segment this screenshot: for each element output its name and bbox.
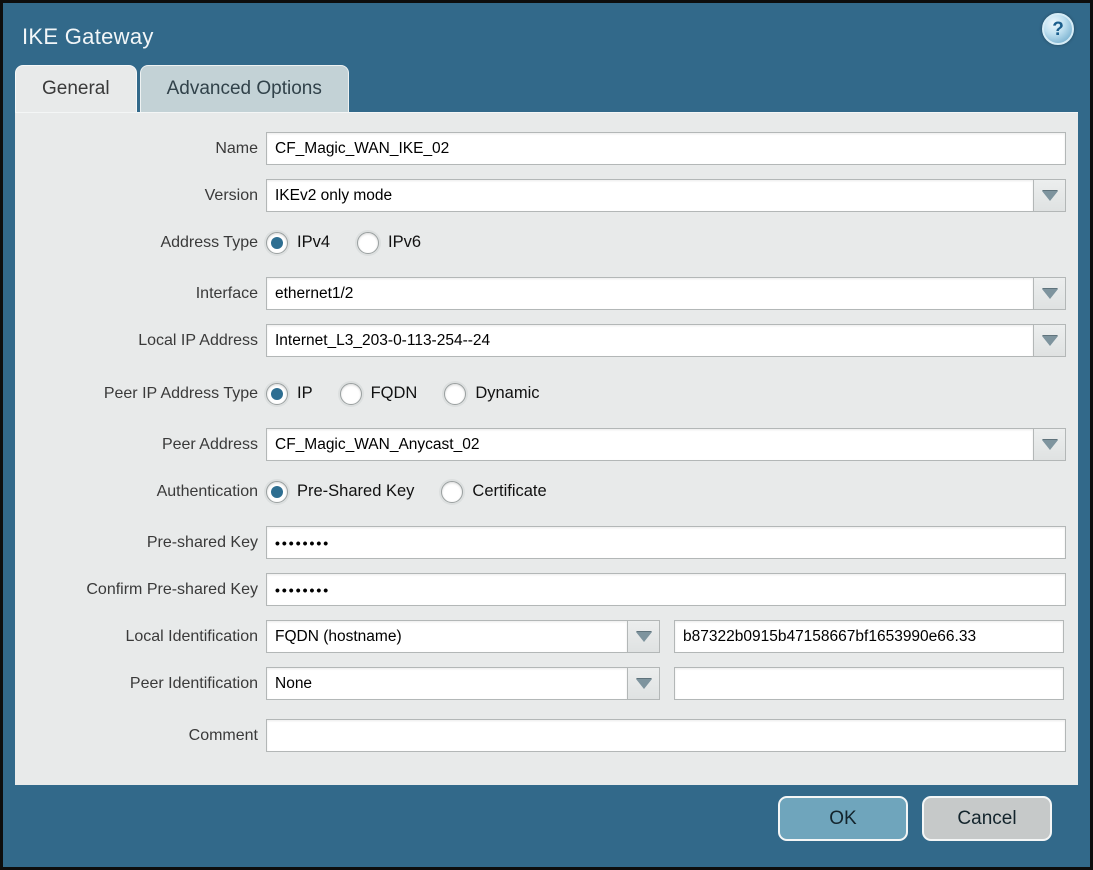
version-row: Version IKEv2 only mode [15,179,1078,212]
radio-pre-shared-key-label: Pre-Shared Key [297,482,414,501]
name-label: Name [15,140,258,158]
radio-ip-label: IP [297,384,313,403]
local-identification-dropdown-button[interactable] [627,620,660,653]
peer-ip-address-type-label: Peer IP Address Type [15,385,258,403]
peer-address-row: Peer Address CF_Magic_WAN_Anycast_02 [15,428,1078,461]
radio-pre-shared-key[interactable]: Pre-Shared Key [266,481,414,503]
chevron-down-icon [1042,440,1058,450]
radio-ipv4-label: IPv4 [297,233,330,252]
peer-identification-value-input[interactable] [674,667,1064,700]
local-identification-value-input[interactable]: b87322b0915b47158667bf1653990e66.33 [674,620,1064,653]
radio-dynamic[interactable]: Dynamic [444,383,539,405]
radio-certificate[interactable]: Certificate [441,481,546,503]
peer-identification-dropdown-button[interactable] [627,667,660,700]
peer-ip-address-type-radio-group: IP FQDN Dynamic [266,383,567,405]
dialog-footer: OK Cancel [3,779,1090,867]
local-ip-address-row: Local IP Address Internet_L3_203-0-113-2… [15,324,1078,357]
pre-shared-key-input[interactable]: •••••••• [266,526,1066,559]
radio-ip[interactable]: IP [266,383,313,405]
peer-identification-label: Peer Identification [15,675,258,693]
version-label: Version [15,187,258,205]
name-row: Name CF_Magic_WAN_IKE_02 [15,132,1078,165]
radio-ipv6[interactable]: IPv6 [357,232,421,254]
local-identification-label: Local Identification [15,628,258,646]
local-ip-address-select[interactable]: Internet_L3_203-0-113-254--24 [266,324,1033,357]
local-identification-type-select[interactable]: FQDN (hostname) [266,620,627,653]
cancel-button[interactable]: Cancel [922,796,1052,841]
authentication-row: Authentication Pre-Shared Key Certificat… [15,475,1078,508]
interface-dropdown-button[interactable] [1033,277,1066,310]
local-ip-address-label: Local IP Address [15,332,258,350]
tab-bar: General Advanced Options [3,65,1090,112]
radio-certificate-circle [441,481,463,503]
radio-fqdn-label: FQDN [371,384,418,403]
radio-fqdn-circle [340,383,362,405]
ike-gateway-dialog: IKE Gateway ? General Advanced Options N… [0,0,1093,870]
radio-dynamic-label: Dynamic [475,384,539,403]
radio-ipv6-label: IPv6 [388,233,421,252]
radio-fqdn[interactable]: FQDN [340,383,418,405]
chevron-down-icon [1042,336,1058,346]
local-ip-address-dropdown-button[interactable] [1033,324,1066,357]
address-type-label: Address Type [15,234,258,252]
radio-ipv4-circle [266,232,288,254]
peer-identification-type-select[interactable]: None [266,667,627,700]
version-dropdown-button[interactable] [1033,179,1066,212]
help-icon[interactable]: ? [1042,13,1074,45]
chevron-down-icon [1042,191,1058,201]
confirm-pre-shared-key-row: Confirm Pre-shared Key •••••••• [15,573,1078,606]
interface-row: Interface ethernet1/2 [15,277,1078,310]
pre-shared-key-row: Pre-shared Key •••••••• [15,526,1078,559]
dialog-title: IKE Gateway [3,18,154,50]
authentication-radio-group: Pre-Shared Key Certificate [266,481,574,503]
peer-address-label: Peer Address [15,436,258,454]
radio-ip-circle [266,383,288,405]
help-icon-glyph: ? [1052,20,1064,39]
dialog-titlebar: IKE Gateway ? [3,3,1090,65]
peer-ip-address-type-row: Peer IP Address Type IP FQDN Dynamic [15,377,1078,410]
address-type-radio-group: IPv4 IPv6 [266,232,448,254]
name-input[interactable]: CF_Magic_WAN_IKE_02 [266,132,1066,165]
chevron-down-icon [1042,289,1058,299]
peer-identification-row: Peer Identification None [15,667,1078,700]
version-select[interactable]: IKEv2 only mode [266,179,1033,212]
address-type-row: Address Type IPv4 IPv6 [15,226,1078,259]
local-identification-row: Local Identification FQDN (hostname) b87… [15,620,1078,653]
peer-address-dropdown-button[interactable] [1033,428,1066,461]
pre-shared-key-label: Pre-shared Key [15,534,258,552]
authentication-label: Authentication [15,483,258,501]
confirm-pre-shared-key-label: Confirm Pre-shared Key [15,581,258,599]
chevron-down-icon [636,632,652,642]
tab-advanced-options[interactable]: Advanced Options [140,65,349,112]
tab-advanced-options-label: Advanced Options [167,78,322,100]
interface-label: Interface [15,285,258,303]
peer-address-select[interactable]: CF_Magic_WAN_Anycast_02 [266,428,1033,461]
confirm-pre-shared-key-input[interactable]: •••••••• [266,573,1066,606]
chevron-down-icon [636,679,652,689]
radio-dynamic-circle [444,383,466,405]
radio-certificate-label: Certificate [472,482,546,501]
comment-label: Comment [15,727,258,745]
radio-ipv6-circle [357,232,379,254]
radio-pre-shared-key-circle [266,481,288,503]
radio-ipv4[interactable]: IPv4 [266,232,330,254]
comment-row: Comment [15,719,1078,752]
tab-general[interactable]: General [15,65,137,112]
ok-button[interactable]: OK [778,796,908,841]
interface-select[interactable]: ethernet1/2 [266,277,1033,310]
comment-input[interactable] [266,719,1066,752]
tab-general-label: General [42,78,110,100]
general-tab-panel: Name CF_Magic_WAN_IKE_02 Version IKEv2 o… [15,112,1078,785]
